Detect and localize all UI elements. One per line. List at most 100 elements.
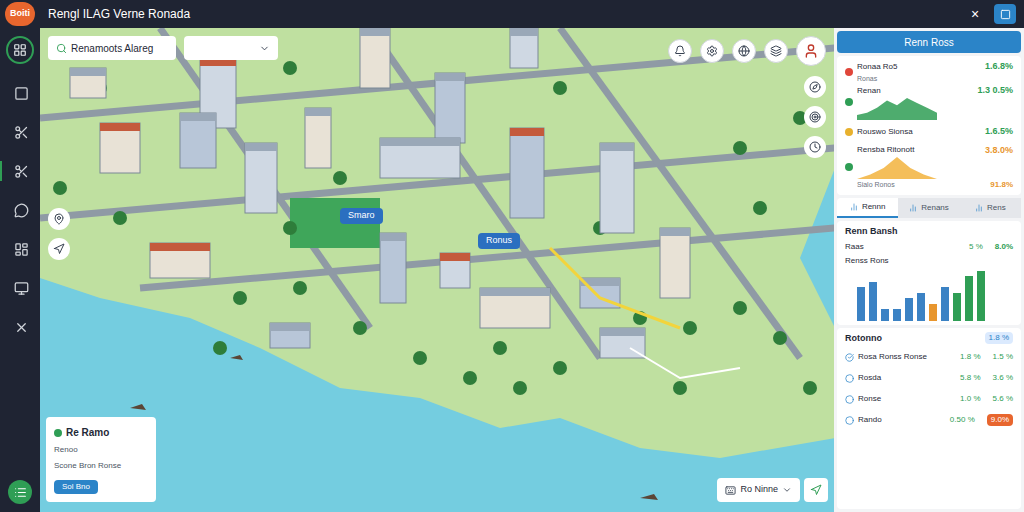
sidebar-item[interactable] — [0, 161, 40, 181]
status-dot — [845, 98, 853, 106]
chart-bar — [965, 276, 973, 320]
grid-icon — [13, 43, 27, 57]
zoom-button[interactable] — [48, 208, 70, 230]
map-control[interactable] — [804, 106, 826, 128]
control-icon — [809, 81, 821, 93]
info-card: Re RamoRenooScone Bron RonseSol Bno — [46, 417, 156, 502]
sidebar-item[interactable] — [0, 317, 40, 337]
chart-bar — [929, 304, 937, 321]
list-row[interactable]: Ronse1.0 %5.6 % — [845, 390, 1013, 408]
avatar[interactable] — [796, 36, 826, 66]
chart-bar — [905, 298, 913, 320]
map-toolbar[interactable]: Ro Ninne — [717, 478, 800, 502]
metric-row[interactable]: Rouswo Sionsa1.6.5% — [845, 120, 1013, 144]
map-label[interactable]: Ronus — [478, 233, 520, 249]
sidebar-item[interactable] — [0, 83, 40, 103]
logo[interactable]: Boiti — [5, 2, 35, 26]
chart-bar — [977, 271, 985, 321]
chevron-icon — [782, 485, 792, 495]
map-control[interactable] — [804, 76, 826, 98]
tab[interactable]: Rennn — [837, 198, 898, 218]
card-status-icon — [54, 429, 62, 437]
card-line: Scone Bron Ronse — [54, 460, 148, 472]
sidebar-item[interactable] — [0, 278, 40, 298]
stats-panel: Renn Ross Ronaa Ro51.6.8%RonasRenan1.3 0.… — [834, 28, 1024, 512]
keyboard-icon — [725, 485, 736, 496]
map-tool-button[interactable] — [700, 39, 724, 63]
sidebar-icon — [14, 281, 29, 296]
sidebar-item[interactable] — [0, 122, 40, 142]
metric-row[interactable]: Ronaa Ro51.6.8%Ronas — [845, 60, 1013, 84]
list-badge: 1.8 % — [985, 332, 1013, 344]
map-control[interactable] — [804, 136, 826, 158]
list-row[interactable]: Rando0.50 %9.0% — [845, 411, 1013, 429]
map-tool-button[interactable] — [668, 39, 692, 63]
section-row: Raas5 %8.0% — [845, 241, 1013, 253]
sidebar-icon — [14, 242, 29, 257]
list-row[interactable]: Rosa Ronss Ronse1.8 %1.5 % — [845, 348, 1013, 366]
map-tool-button[interactable] — [764, 39, 788, 63]
menu-button[interactable] — [8, 480, 32, 504]
sidebar — [0, 28, 40, 512]
window-icon — [1000, 9, 1011, 20]
chart-bar — [869, 282, 877, 321]
control-icon — [809, 111, 821, 123]
pin-icon — [53, 213, 65, 225]
row-icon — [845, 353, 854, 362]
maximize-button[interactable] — [994, 4, 1016, 24]
chart-bar — [881, 309, 889, 320]
analytics-section: Renn BanshRaas5 %8.0%Renss Rons — [837, 221, 1021, 325]
close-button[interactable]: × — [964, 4, 986, 24]
metric-chart — [857, 98, 937, 120]
map-label[interactable]: Smaro — [340, 208, 383, 224]
status-dot — [845, 128, 853, 136]
row-icon — [845, 395, 854, 404]
chart-bar — [893, 309, 901, 320]
sidebar-item[interactable] — [0, 200, 40, 220]
bar-chart — [845, 269, 1013, 321]
card-line: Renoo — [54, 444, 148, 456]
navigation-icon — [53, 243, 65, 255]
tab-icon — [975, 204, 983, 212]
route-button[interactable] — [804, 478, 828, 502]
metric-row[interactable]: Renan1.3 0.5% — [845, 84, 1013, 120]
tab[interactable]: Renans — [898, 198, 959, 218]
chart-bar — [917, 293, 925, 321]
control-icon — [809, 141, 821, 153]
user-icon — [803, 43, 819, 59]
tab-icon — [909, 204, 917, 212]
tool-icon — [674, 45, 686, 57]
search-field[interactable]: Renamoots Alareg — [48, 36, 176, 60]
map-view[interactable]: SmaroRonusRenamoots AlaregRe RamoRenooSc… — [40, 28, 834, 512]
map-tool-button[interactable] — [732, 39, 756, 63]
tool-icon — [738, 45, 750, 57]
sidebar-icon — [14, 203, 29, 218]
sidebar-icon — [14, 86, 29, 101]
sidebar-item[interactable] — [0, 239, 40, 259]
panel-header[interactable]: Renn Ross — [837, 31, 1021, 53]
title-bar: Boiti Rengl ILAG Verne Ronada × — [0, 0, 1024, 28]
app: Boiti Rengl ILAG Verne Ronada × Smaro Ronus R… — [0, 0, 1024, 512]
layer-button[interactable] — [48, 238, 70, 260]
sidebar-icon — [14, 125, 29, 140]
list-section: Rotonno1.8 %Rosa Ronss Ronse1.8 %1.5 %Ro… — [837, 328, 1021, 510]
tab-icon — [850, 203, 858, 211]
row-icon — [845, 374, 854, 383]
metric-chart — [857, 157, 937, 179]
sidebar-icon — [14, 164, 29, 179]
home-button[interactable] — [6, 36, 34, 64]
chart-bar — [941, 287, 949, 320]
list-row[interactable]: Rosda5.8 %3.6 % — [845, 369, 1013, 387]
tab[interactable]: Rens — [960, 198, 1021, 218]
list-icon — [14, 486, 27, 499]
arrow-icon — [810, 484, 822, 496]
city-map[interactable] — [40, 28, 834, 512]
card-button[interactable]: Sol Bno — [54, 480, 98, 494]
metric-row[interactable]: Rensba Ritonott3.8.0%Sialo Ronos91.8% — [845, 144, 1013, 192]
metric-list: Ronaa Ro51.6.8%RonasRenan1.3 0.5%Rouswo … — [837, 56, 1021, 195]
chevron-icon — [259, 43, 270, 54]
search-icon — [56, 43, 67, 54]
filter-dropdown[interactable] — [184, 36, 278, 60]
window-title: Rengl ILAG Verne Ronada — [48, 5, 190, 23]
status-dot — [845, 68, 853, 76]
